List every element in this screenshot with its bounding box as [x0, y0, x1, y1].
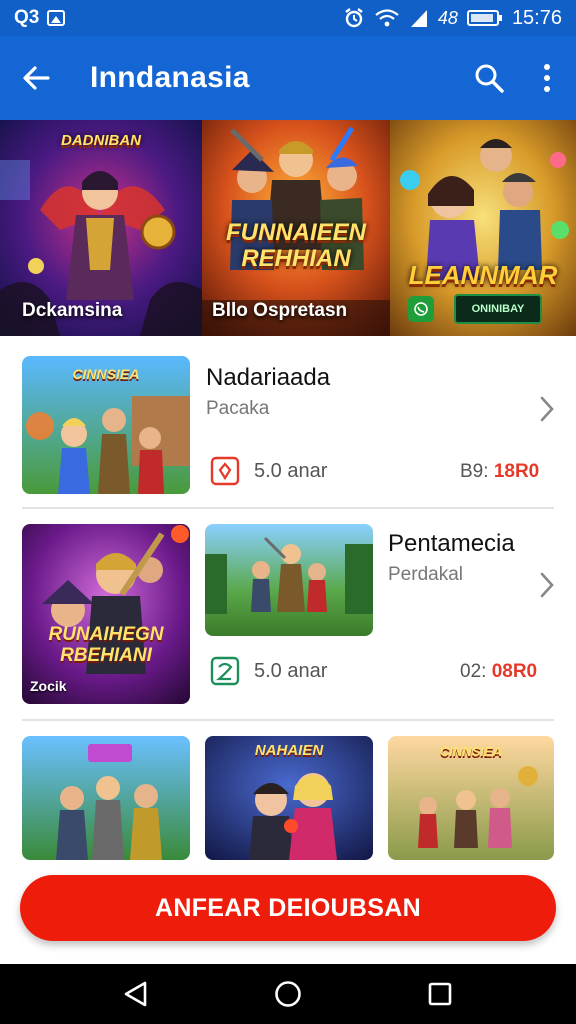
- item-thumbnail-logo-line2: RBEHIANI: [60, 645, 152, 666]
- banner-panel-2[interactable]: FUNNAIEEN REHHIAN Bllo Ospretasn: [202, 120, 390, 336]
- back-arrow-icon: [23, 66, 50, 90]
- item-thumbnail[interactable]: NAHAIEN: [205, 736, 373, 860]
- list-item[interactable]: NAHAIEN CINNSIEA: [0, 720, 576, 860]
- item-title: Nadariaada: [206, 364, 331, 391]
- status-time: 15:76: [511, 6, 562, 29]
- item-price-prefix: 02:: [460, 661, 487, 682]
- search-button[interactable]: [460, 36, 518, 120]
- banner-logo-2-line2: REHHIAN: [241, 245, 351, 272]
- item-meta: 5.0 anar: [210, 656, 327, 686]
- item-thumbnail[interactable]: CINNSIEA: [388, 736, 554, 860]
- search-icon: [475, 64, 504, 93]
- item-price: 02: 08R0: [460, 661, 537, 683]
- item-subtitle: Perdakal: [388, 564, 463, 585]
- featured-banner[interactable]: DADNIBAN Dckamsina FUNNAIEEN REHHIAN Bll…: [0, 120, 576, 336]
- chevron-right-icon[interactable]: [536, 570, 558, 600]
- primary-action-button[interactable]: ANFEAR DEIOUBSAN: [20, 875, 556, 941]
- status-indicator-text: 48: [437, 7, 458, 28]
- item-thumbnail-logo: RUNAIHEGN RBEHIANI: [22, 624, 190, 666]
- item-thumbnail-logo-line1: RUNAIHEGN: [48, 624, 164, 645]
- banner-label-1: Dckamsina: [22, 300, 123, 321]
- app-screen: Q3 48 15:76 Inndanasia DADNIBAN Dckamsin…: [0, 0, 576, 1024]
- back-button[interactable]: [0, 36, 72, 120]
- banner-logo-1: DADNIBAN: [61, 132, 141, 149]
- rating-icon: [210, 456, 240, 486]
- chevron-right-icon[interactable]: [536, 394, 558, 424]
- nav-home-button[interactable]: [258, 964, 318, 1024]
- item-thumbnail-logo: CINNSIEA: [72, 366, 140, 382]
- banner-panel-3[interactable]: LEANNMAR ONINIBAY: [390, 120, 576, 336]
- item-price-value: 18R0: [493, 461, 540, 482]
- item-meta: 5.0 anar: [210, 456, 327, 486]
- app-bar: Inndanasia: [0, 36, 576, 120]
- banner-logo-2-line1: FUNNAIEEN: [225, 219, 366, 246]
- more-vert-icon: [544, 64, 550, 92]
- rating-icon: [210, 656, 240, 686]
- chat-app-icon: [408, 296, 434, 322]
- home-circle-icon: [275, 981, 301, 1007]
- battery-icon: [466, 10, 502, 26]
- nav-recents-button[interactable]: [410, 964, 470, 1024]
- item-price-value: 08R0: [491, 661, 538, 682]
- game-list: CINNSIEA Nadariaada Pacaka 5.0 anar B9: …: [0, 336, 576, 860]
- app-title: Inndanasia: [90, 61, 250, 94]
- recents-square-icon: [428, 982, 452, 1006]
- item-thumbnail-secondary[interactable]: [205, 524, 373, 636]
- status-bar: Q3 48 15:76: [0, 0, 576, 36]
- banner-logo-3: LEANNMAR: [408, 260, 558, 290]
- list-item[interactable]: RUNAIHEGN RBEHIANI Zocik Pentamecia Perd…: [0, 508, 576, 721]
- item-price: B9: 18R0: [460, 461, 539, 483]
- wifi-icon: [375, 9, 399, 27]
- banner-logo-2: FUNNAIEEN REHHIAN: [202, 220, 390, 272]
- banner-panel-1[interactable]: DADNIBAN Dckamsina: [0, 120, 202, 336]
- more-options-button[interactable]: [518, 36, 576, 120]
- item-meta-text: 5.0 anar: [254, 659, 328, 682]
- nav-back-button[interactable]: [106, 964, 166, 1024]
- image-icon: [47, 10, 66, 26]
- system-nav-bar: [0, 964, 576, 1024]
- status-left-text: Q3: [14, 7, 40, 28]
- banner-label-2: Bllo Ospretasn: [212, 300, 348, 321]
- item-thumbnail-label: Zocik: [30, 678, 67, 694]
- list-item[interactable]: CINNSIEA Nadariaada Pacaka 5.0 anar B9: …: [0, 336, 576, 509]
- alarm-icon: [345, 8, 363, 28]
- back-triangle-icon: [124, 981, 147, 1007]
- item-meta-text: 5.0 anar: [254, 459, 328, 482]
- item-title: Pentamecia: [388, 530, 515, 557]
- item-thumbnail[interactable]: CINNSIEA: [22, 356, 190, 494]
- banner-tag: ONINIBAY: [454, 294, 542, 324]
- item-thumbnail-logo: CINNSIEA: [439, 744, 503, 759]
- item-thumbnail[interactable]: RUNAIHEGN RBEHIANI Zocik: [22, 524, 190, 704]
- signal-icon: [410, 10, 427, 27]
- item-price-prefix: B9:: [460, 461, 489, 482]
- cta-container: ANFEAR DEIOUBSAN: [0, 860, 576, 964]
- item-subtitle: Pacaka: [206, 398, 270, 419]
- item-thumbnail[interactable]: [22, 736, 190, 860]
- item-thumbnail-logo: NAHAIEN: [254, 742, 324, 759]
